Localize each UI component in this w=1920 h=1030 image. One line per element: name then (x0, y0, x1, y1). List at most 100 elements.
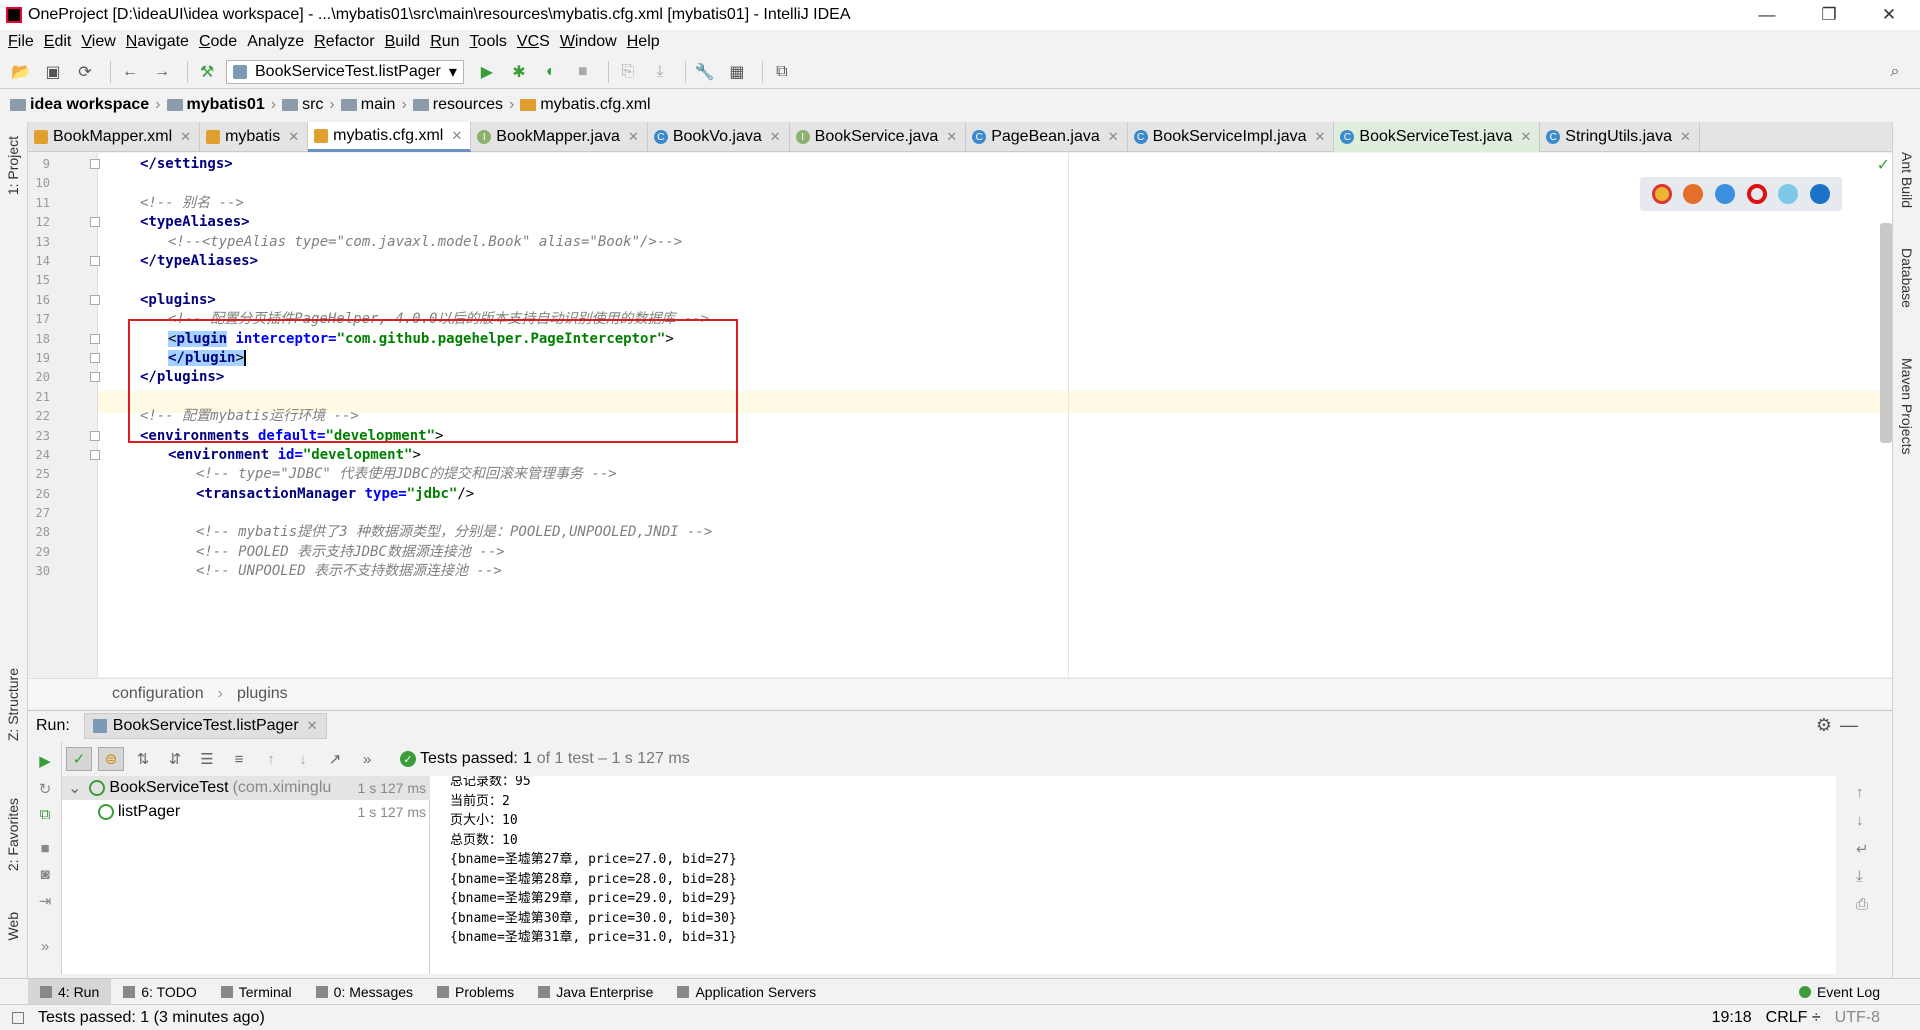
close-tab-icon[interactable]: ✕ (1108, 129, 1119, 145)
fold-marker-icon[interactable] (90, 159, 100, 169)
close-tab-icon[interactable]: ✕ (628, 129, 639, 145)
run-configuration-select[interactable]: BookServiceTest.listPager ▾ (226, 59, 464, 84)
exit-icon[interactable]: ⇥ (36, 892, 54, 910)
print-icon[interactable]: ⎙ (1856, 896, 1868, 913)
fold-marker-icon[interactable] (90, 295, 100, 305)
down-arrow-icon[interactable]: ↓ (1856, 812, 1864, 829)
internet-explorer-icon[interactable] (1778, 184, 1799, 204)
more-icon[interactable]: » (36, 938, 54, 956)
soft-wrap-icon[interactable]: ↵ (1856, 840, 1869, 858)
editor-tab[interactable]: C PageBean.java ✕ (966, 122, 1128, 152)
close-tab-icon[interactable]: ✕ (770, 129, 781, 145)
expand-all-icon[interactable]: ☰ (194, 747, 220, 771)
nav-crumb[interactable]: idea workspace › (10, 96, 161, 114)
debug-icon[interactable]: ✱ (506, 59, 532, 85)
menu-item[interactable]: Tools (470, 33, 507, 51)
menu-item[interactable]: Refactor (314, 33, 374, 51)
editor-tab[interactable]: C StringUtils.java ✕ (1540, 122, 1700, 152)
event-log-button[interactable]: Event Log (1798, 979, 1880, 1005)
build-hammer-icon[interactable]: ⚒ (194, 59, 220, 85)
menu-item[interactable]: File (8, 33, 34, 51)
camera-icon[interactable]: ◙ (36, 866, 54, 884)
gear-icon[interactable]: ⚙ (1816, 715, 1832, 736)
close-tab-icon[interactable]: ✕ (307, 718, 318, 734)
tool-window-web[interactable]: Web (5, 912, 21, 941)
forward-icon[interactable]: → (149, 59, 175, 85)
bottom-tab[interactable]: Terminal (209, 979, 304, 1005)
bottom-tab[interactable]: 6: TODO (111, 979, 209, 1005)
menu-item[interactable]: Analyze (247, 33, 304, 51)
editor-tab[interactable]: C BookServiceImpl.java ✕ (1128, 122, 1335, 152)
save-all-icon[interactable]: ▣ (40, 59, 66, 85)
nav-crumb[interactable]: mybatis.cfg.xml (520, 96, 651, 114)
sync-icon[interactable]: ⟳ (72, 59, 98, 85)
close-tab-icon[interactable]: ✕ (946, 129, 957, 145)
close-tab-icon[interactable]: ✕ (1314, 129, 1325, 145)
test-tree-row[interactable]: listPager 1 s 127 ms (98, 800, 430, 824)
menu-item[interactable]: Build (385, 33, 421, 51)
nav-crumb[interactable]: src › (282, 96, 335, 114)
close-tab-icon[interactable]: ✕ (1680, 129, 1691, 145)
opera-icon[interactable] (1746, 184, 1767, 204)
next-occurrence-icon[interactable]: ↓ (290, 747, 316, 771)
show-passed-icon[interactable]: ✓ (66, 747, 92, 771)
show-ignored-icon[interactable]: ⊜ (98, 747, 124, 771)
close-tab-icon[interactable]: ✕ (180, 129, 191, 145)
menu-item[interactable]: Code (199, 33, 237, 51)
tool-window-project[interactable]: 1: Project (5, 136, 21, 195)
collapse-all-icon[interactable]: ≡ (226, 747, 252, 771)
menu-item[interactable]: Help (627, 33, 660, 51)
close-button[interactable]: ✕ (1866, 0, 1912, 30)
fold-marker-icon[interactable] (90, 334, 100, 344)
fold-marker-icon[interactable] (90, 217, 100, 227)
nav-crumb[interactable]: mybatis01 › (166, 96, 276, 114)
export-icon[interactable]: ↗ (322, 747, 348, 771)
scroll-to-end-icon[interactable]: ⤓ (1856, 868, 1863, 885)
code-editor[interactable]: 9 10 11 12 13 14 15 16 17 18 19 20 21 22 23 24 25 26 27 28 2… (28, 153, 1892, 677)
sort-alphabetically-icon[interactable]: ⇅ (130, 747, 156, 771)
run-tab[interactable]: BookServiceTest.listPager ✕ (83, 712, 327, 739)
editor-tab[interactable]: mybatis.cfg.xml ✕ (308, 122, 472, 152)
run-icon[interactable]: ▶ (474, 59, 500, 85)
line-separator[interactable]: CRLF ÷ (1766, 1009, 1821, 1027)
bottom-tab[interactable]: Java Enterprise (526, 979, 665, 1005)
file-encoding[interactable]: UTF-8 (1835, 1009, 1880, 1027)
up-arrow-icon[interactable]: ↑ (1856, 784, 1864, 801)
toggle-auto-test-icon[interactable]: ⧉ (36, 806, 54, 824)
settings-wrench-icon[interactable]: 🔧 (692, 59, 718, 85)
stop-icon[interactable]: ■ (36, 840, 54, 858)
restore-button[interactable]: ❐ (1806, 0, 1852, 30)
fold-marker-icon[interactable] (90, 450, 100, 460)
editor-tab[interactable]: C BookServiceTest.java ✕ (1334, 122, 1541, 152)
minimize-button[interactable]: — (1744, 0, 1790, 30)
fold-marker-icon[interactable] (90, 431, 100, 441)
rerun-icon[interactable]: ▶ (36, 752, 54, 770)
menu-item[interactable]: Window (560, 33, 617, 51)
close-tab-icon[interactable]: ✕ (1520, 129, 1531, 145)
stop-icon[interactable]: ■ (570, 59, 596, 85)
tool-window-ant-build[interactable]: Ant Build (1899, 152, 1915, 208)
fold-marker-icon[interactable] (90, 372, 100, 382)
test-tree-row[interactable]: ⌄ BookServiceTest (com.ximinglu 1 s 127 … (62, 776, 430, 800)
chrome-icon[interactable] (1651, 184, 1672, 204)
tool-window-database[interactable]: Database (1899, 248, 1915, 308)
more-icon[interactable]: » (354, 747, 380, 771)
tool-window-favorites[interactable]: 2: Favorites (5, 798, 21, 871)
caret-position[interactable]: 19:18 (1712, 1009, 1752, 1027)
safari-icon[interactable] (1715, 184, 1736, 204)
project-structure-icon[interactable]: ▦ (724, 59, 750, 85)
previous-occurrence-icon[interactable]: ↑ (258, 747, 284, 771)
bottom-tab[interactable]: Application Servers (665, 979, 828, 1005)
update-project-icon[interactable]: ⎘ (615, 59, 641, 85)
fold-marker-icon[interactable] (90, 353, 100, 363)
tool-window-maven[interactable]: Maven Projects (1899, 358, 1915, 454)
editor-tab[interactable]: I BookService.java ✕ (790, 122, 967, 152)
firefox-icon[interactable] (1683, 184, 1704, 204)
hide-panel-icon[interactable]: — (1840, 715, 1858, 736)
chevron-down-icon[interactable]: ⌄ (68, 778, 81, 798)
nav-crumb[interactable]: resources › (412, 96, 514, 114)
menu-item[interactable]: Run (430, 33, 459, 51)
editor-tab[interactable]: C BookVo.java ✕ (648, 122, 790, 152)
menu-item[interactable]: VCS (517, 33, 550, 51)
close-tab-icon[interactable]: ✕ (451, 128, 462, 144)
